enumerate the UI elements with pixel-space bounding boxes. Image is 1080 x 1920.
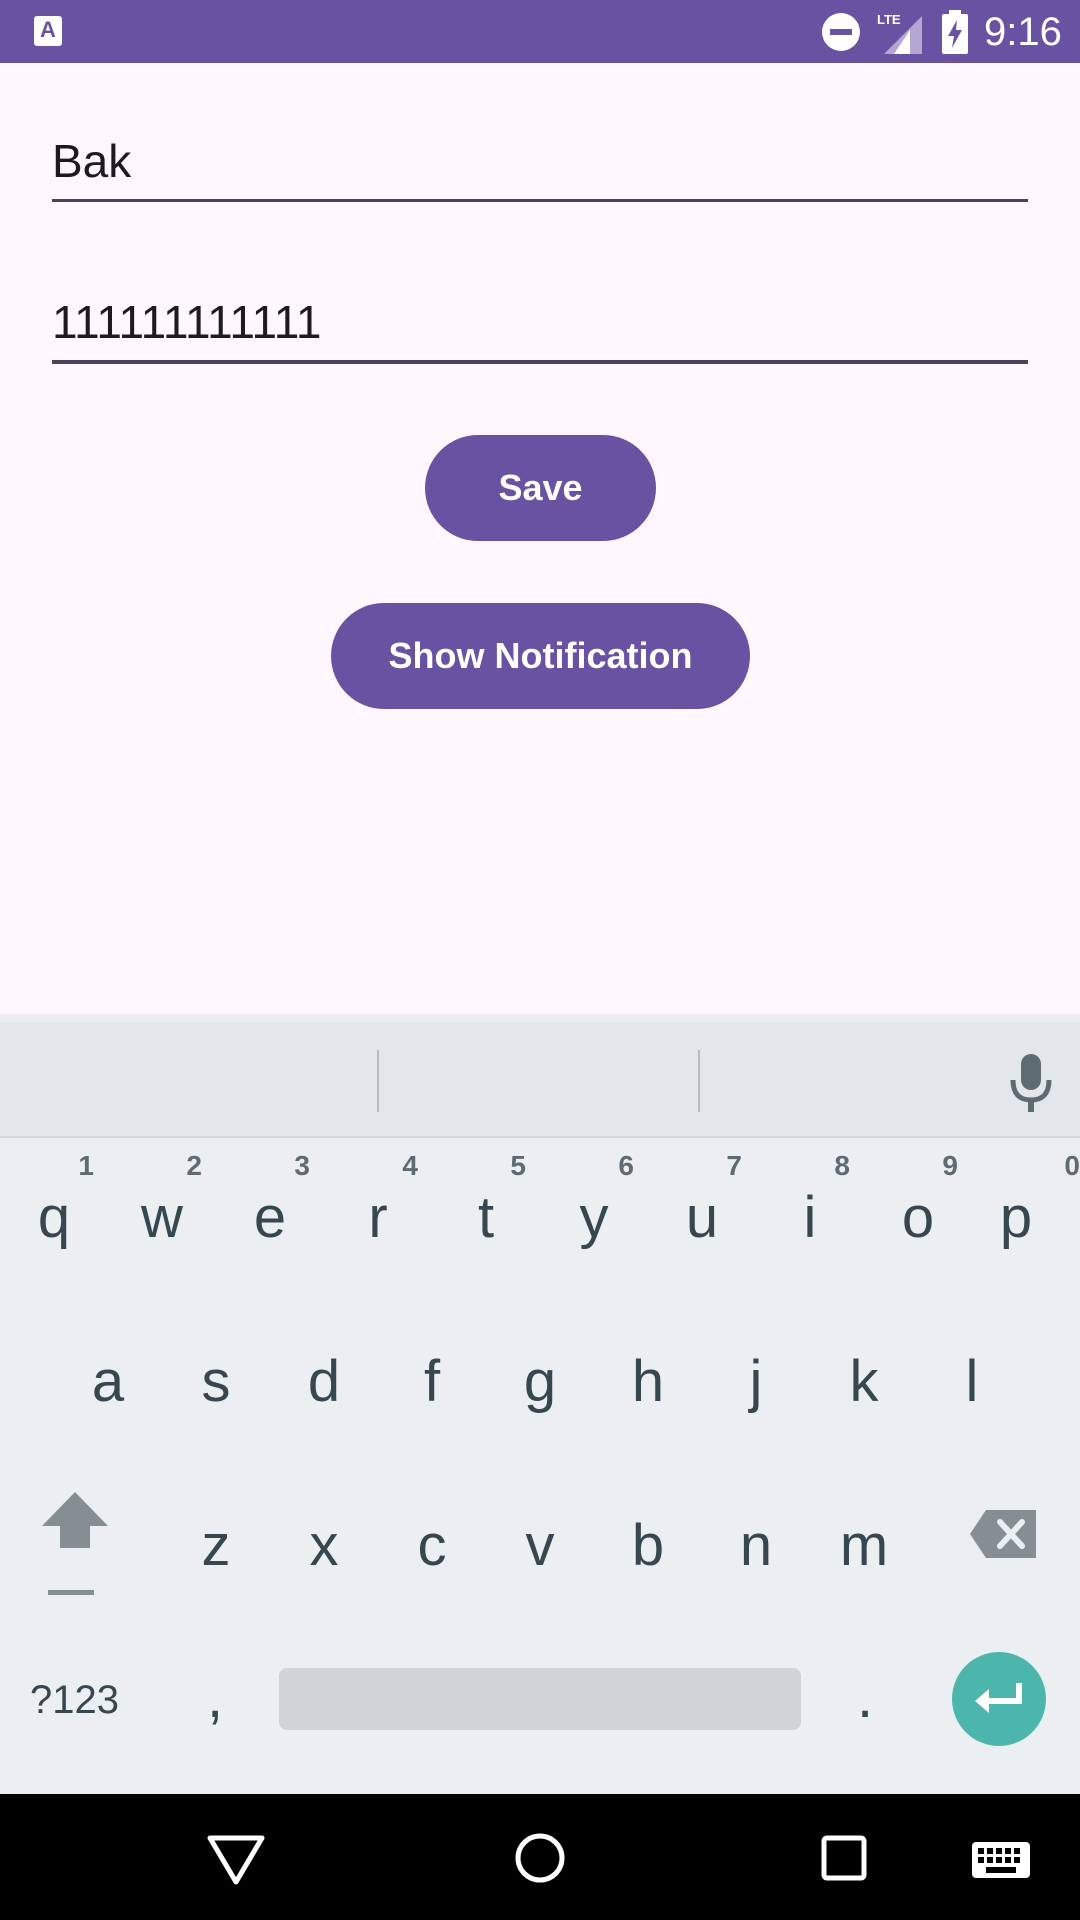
key-g[interactable]: g <box>486 1306 594 1436</box>
key-hint: 9 <box>942 1150 958 1181</box>
network-label: LTE <box>877 12 901 27</box>
key-label: f <box>423 1349 441 1414</box>
key-u[interactable]: 7 u <box>648 1142 756 1272</box>
key-label: m <box>839 1513 889 1578</box>
key-label: d <box>307 1349 341 1414</box>
suggestion-divider <box>698 1050 700 1112</box>
key-label: g <box>523 1349 557 1414</box>
key-label: z <box>201 1513 231 1578</box>
key-label: s <box>201 1349 231 1414</box>
backspace-icon[interactable] <box>970 1508 1038 1560</box>
key-label: q <box>37 1185 71 1250</box>
key-h[interactable]: h <box>594 1306 702 1436</box>
show-notification-button[interactable]: Show Notification <box>331 603 750 709</box>
key-label: b <box>631 1513 665 1578</box>
app-screen: A LTE 9:16 Bak 111111111111 Save Show No… <box>0 0 1080 1920</box>
comma-key[interactable]: , <box>190 1662 240 1734</box>
key-y[interactable]: 6 y <box>540 1142 648 1272</box>
name-field-value: Bak <box>52 135 132 187</box>
suggestion-divider <box>377 1050 379 1112</box>
key-p[interactable]: 0 p <box>972 1142 1080 1272</box>
key-hint: 1 <box>78 1150 94 1181</box>
back-icon[interactable] <box>204 1826 268 1890</box>
key-z[interactable]: z <box>162 1470 270 1600</box>
key-label: x <box>309 1513 339 1578</box>
key-r[interactable]: 4 r <box>324 1142 432 1272</box>
key-label: w <box>141 1185 183 1250</box>
period-key[interactable]: . <box>840 1662 890 1734</box>
key-label: t <box>477 1185 495 1250</box>
key-hint: 4 <box>402 1150 418 1181</box>
key-f[interactable]: f <box>378 1306 486 1436</box>
key-hint: 7 <box>726 1150 742 1181</box>
key-label: y <box>579 1185 609 1250</box>
status-time: 9:16 <box>984 10 1062 54</box>
key-l[interactable]: l <box>918 1306 1026 1436</box>
key-label: j <box>749 1349 763 1414</box>
space-key[interactable] <box>279 1668 801 1730</box>
battery-charging-icon <box>942 10 968 54</box>
key-label: c <box>417 1513 447 1578</box>
key-w[interactable]: 2 w <box>108 1142 216 1272</box>
key-c[interactable]: c <box>378 1470 486 1600</box>
key-label: k <box>849 1349 879 1414</box>
key-x[interactable]: x <box>270 1470 378 1600</box>
home-icon[interactable] <box>508 1826 572 1890</box>
key-k[interactable]: k <box>810 1306 918 1436</box>
key-hint: 3 <box>294 1150 310 1181</box>
symbols-key[interactable]: ?123 <box>30 1670 170 1730</box>
key-e[interactable]: 3 e <box>216 1142 324 1272</box>
key-b[interactable]: b <box>594 1470 702 1600</box>
key-label: n <box>739 1513 773 1578</box>
key-q[interactable]: 1 q <box>0 1142 108 1272</box>
phone-field[interactable]: 111111111111 <box>52 280 1028 364</box>
key-label: a <box>91 1349 125 1414</box>
key-label: v <box>525 1513 555 1578</box>
app-notification-icon: A <box>34 16 62 46</box>
enter-key[interactable] <box>952 1652 1046 1746</box>
save-button[interactable]: Save <box>425 435 656 541</box>
name-field[interactable]: Bak <box>52 118 1028 202</box>
key-label: i <box>803 1185 817 1250</box>
key-a[interactable]: a <box>54 1306 162 1436</box>
enter-icon <box>975 1683 1022 1713</box>
keyboard-switch-icon[interactable] <box>970 1826 1032 1890</box>
key-hint: 2 <box>186 1150 202 1181</box>
key-label: l <box>965 1349 979 1414</box>
key-hint: 0 <box>1064 1150 1080 1181</box>
lte-signal-icon: LTE <box>877 12 922 54</box>
key-label: p <box>999 1185 1033 1250</box>
key-j[interactable]: j <box>702 1306 810 1436</box>
key-n[interactable]: n <box>702 1470 810 1600</box>
key-hint: 5 <box>510 1150 526 1181</box>
recents-icon[interactable] <box>812 1826 876 1890</box>
do-not-disturb-icon <box>822 13 860 51</box>
key-hint: 8 <box>834 1150 850 1181</box>
navigation-bar <box>0 1794 1080 1920</box>
key-label: e <box>253 1185 287 1250</box>
status-bar: A LTE 9:16 <box>0 0 1080 63</box>
microphone-icon[interactable] <box>1005 1052 1057 1116</box>
key-hint: 6 <box>618 1150 634 1181</box>
key-m[interactable]: m <box>810 1470 918 1600</box>
key-t[interactable]: 5 t <box>432 1142 540 1272</box>
key-v[interactable]: v <box>486 1470 594 1600</box>
suggestion-strip <box>0 1022 1080 1138</box>
key-label: u <box>685 1185 719 1250</box>
key-s[interactable]: s <box>162 1306 270 1436</box>
app-icon-letter: A <box>40 17 56 42</box>
phone-field-value: 111111111111 <box>52 296 322 348</box>
key-label: h <box>631 1349 665 1414</box>
key-d[interactable]: d <box>270 1306 378 1436</box>
shift-icon[interactable] <box>38 1490 112 1600</box>
key-label: r <box>368 1185 388 1250</box>
key-i[interactable]: 8 i <box>756 1142 864 1272</box>
